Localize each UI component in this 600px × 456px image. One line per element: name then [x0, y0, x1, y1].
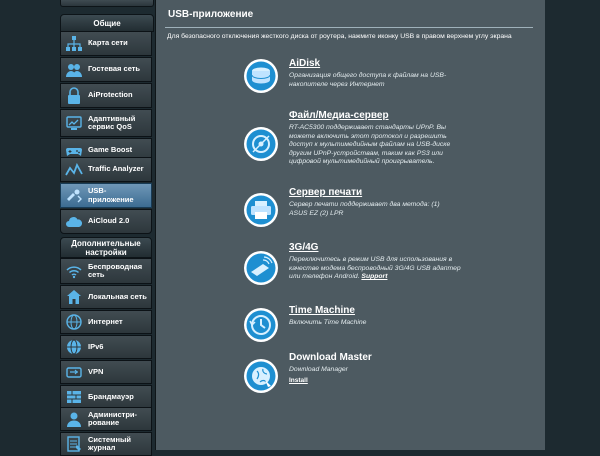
system-log-icon — [67, 436, 81, 452]
aidisk-description: Организация общего доступа к файлам на U… — [289, 72, 447, 88]
sidebar-item-traffic-analyzer[interactable]: Traffic Analyzer — [60, 157, 152, 182]
sidebar-item-label: AiProtection — [88, 90, 133, 100]
download-master-title: Download Master — [289, 352, 372, 363]
sidebar-item-aicloud[interactable]: AiCloud 2.0 — [60, 209, 152, 234]
feature-aidisk: AiDisk Организация общего доступа к файл… — [243, 58, 533, 98]
sidebar-item-adaptive-qos[interactable]: Адаптивный сервис QoS — [60, 109, 152, 137]
feature-3g4g: 3G/4G Переключитесь в режим USB для испо… — [243, 242, 533, 292]
page-title: USB-приложение — [168, 9, 254, 20]
time-machine-icon[interactable] — [243, 307, 279, 343]
ipv6-globe-icon — [67, 339, 81, 355]
sidebar-item-lan[interactable]: Локальная сеть — [60, 285, 152, 309]
firewall-icon — [67, 391, 81, 403]
sidebar-item-ipv6[interactable]: IPv6 — [60, 335, 152, 359]
sidebar-item-label: Карта сети — [88, 38, 128, 48]
sidebar-top-item-partial[interactable] — [60, 0, 154, 7]
sidebar-item-label: Локальная сеть — [88, 291, 147, 301]
3g4g-link[interactable]: 3G/4G — [289, 242, 318, 253]
feature-download-master: Download Master Download Manager Install — [243, 352, 533, 402]
sidebar-item-label: AiCloud 2.0 — [88, 216, 130, 226]
sidebar-item-label: Администри-рование — [88, 409, 138, 427]
media-server-description: RT-AC5300 поддерживает стандарты UPnP. В… — [289, 124, 451, 166]
feature-media-server: Файл/Медиа-сервер RT-AC5300 поддерживает… — [243, 110, 533, 170]
internet-globe-icon — [66, 314, 82, 330]
printer-icon[interactable] — [243, 192, 279, 228]
install-link[interactable]: Install — [289, 377, 308, 384]
sidebar-item-network-map[interactable]: Карта сети — [60, 31, 152, 56]
sidebar-item-firewall[interactable]: Брандмауэр — [60, 385, 152, 409]
sidebar-item-label: IPv6 — [88, 341, 104, 351]
media-server-link[interactable]: Файл/Медиа-сервер — [289, 110, 389, 121]
sidebar-item-system-log[interactable]: Системный журнал — [60, 432, 152, 456]
sidebar-item-administration[interactable]: Администри-рование — [60, 407, 152, 431]
wireless-icon — [66, 266, 82, 279]
sidebar-item-wireless[interactable]: Беспроводная сеть — [60, 258, 152, 284]
time-machine-description: Включить Time Machine — [289, 319, 367, 326]
sidebar-item-label: Traffic Analyzer — [88, 164, 144, 174]
sidebar-item-label: Брандмауэр — [88, 391, 134, 401]
download-master-description: Download Manager — [289, 366, 348, 373]
traffic-analyzer-icon — [65, 162, 83, 175]
sidebar: Общие Карта сети Гостевая сеть AiProtect… — [58, 0, 155, 456]
advanced-section-header: Дополнительные настройки — [60, 237, 152, 258]
usb-app-icon — [67, 189, 82, 202]
admin-user-icon — [67, 412, 81, 427]
download-master-icon — [244, 359, 278, 393]
sidebar-item-internet[interactable]: Интернет — [60, 310, 152, 334]
aiprotection-lock-icon — [68, 86, 80, 104]
sidebar-item-label: Гостевая сеть — [88, 64, 141, 74]
adaptive-qos-icon — [66, 116, 82, 130]
title-divider — [165, 27, 533, 28]
sidebar-item-aiprotection[interactable]: AiProtection — [60, 83, 152, 108]
3g4g-description: Переключитесь в режим USB для использова… — [289, 256, 461, 282]
aicloud-icon — [66, 216, 83, 227]
sidebar-item-label: Адаптивный сервис QoS — [88, 113, 136, 131]
modem-3g-icon[interactable] — [243, 250, 279, 286]
media-server-icon[interactable] — [243, 126, 279, 162]
aidisk-link[interactable]: AiDisk — [289, 58, 320, 69]
right-gutter — [545, 0, 600, 450]
network-map-icon — [66, 35, 82, 51]
sidebar-item-label: Беспроводная сеть — [88, 261, 143, 279]
sidebar-item-label: Интернет — [88, 316, 123, 326]
lan-home-icon — [67, 290, 81, 304]
router-admin-page: Общие Карта сети Гостевая сеть AiProtect… — [0, 0, 600, 456]
time-machine-link[interactable]: Time Machine — [289, 305, 355, 316]
print-server-link[interactable]: Сервер печати — [289, 187, 362, 198]
feature-time-machine: Time Machine Включить Time Machine — [243, 305, 533, 345]
support-link[interactable]: Support — [361, 273, 387, 280]
sidebar-item-label: Game Boost — [88, 145, 133, 155]
sidebar-item-guest-network[interactable]: Гостевая сеть — [60, 57, 152, 82]
sidebar-item-label: USB-приложение — [88, 186, 134, 204]
guest-network-icon — [66, 63, 82, 77]
aidisk-icon[interactable] — [243, 58, 279, 94]
sidebar-item-label: VPN — [88, 366, 104, 376]
sidebar-item-usb-application[interactable]: USB-приложение — [60, 183, 152, 208]
vpn-icon — [66, 367, 82, 378]
general-section-header: Общие — [60, 14, 154, 32]
sidebar-item-vpn[interactable]: VPN — [60, 360, 152, 384]
page-description: Для безопасного отключения жесткого диск… — [167, 33, 512, 40]
feature-print-server: Сервер печати Сервер печати поддерживает… — [243, 187, 533, 227]
print-server-description: Сервер печати поддерживает два метода: (… — [289, 201, 440, 217]
